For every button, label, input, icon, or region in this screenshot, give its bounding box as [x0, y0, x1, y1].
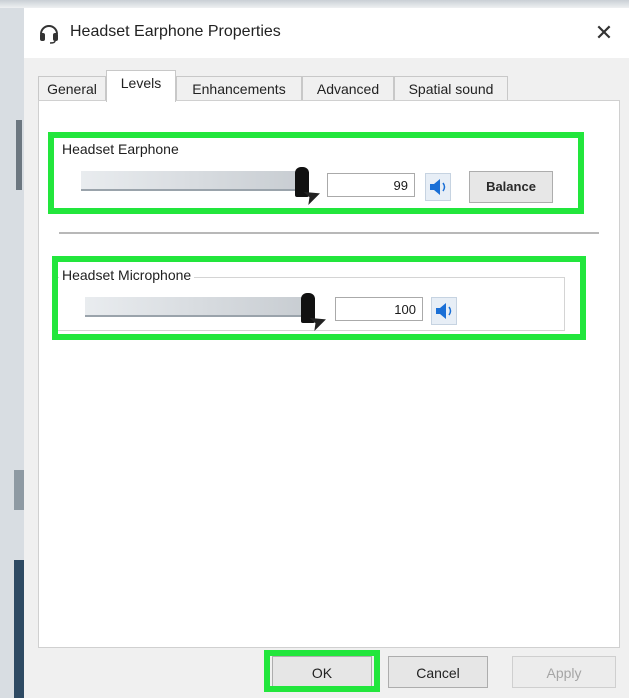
- highlight-box-ok: [264, 650, 380, 692]
- tab-advanced[interactable]: Advanced: [302, 76, 394, 101]
- window-title: Headset Earphone Properties: [70, 23, 281, 40]
- desktop-window-edge: [14, 470, 24, 510]
- desktop-background: [0, 0, 24, 698]
- properties-dialog: Headset Earphone Properties ✕ General Le…: [24, 8, 629, 698]
- tab-enhancements[interactable]: Enhancements: [176, 76, 302, 101]
- separator-line: [59, 232, 599, 234]
- apply-button[interactable]: Apply: [512, 656, 616, 688]
- tab-levels[interactable]: Levels: [106, 70, 176, 102]
- tab-spatial-sound[interactable]: Spatial sound: [394, 76, 508, 101]
- highlight-box-earphone: [48, 132, 584, 214]
- desktop-top-edge: [0, 0, 629, 8]
- tab-general[interactable]: General: [38, 76, 106, 101]
- headset-icon: [40, 25, 58, 44]
- close-button[interactable]: ✕: [589, 18, 619, 48]
- cancel-button[interactable]: Cancel: [388, 656, 488, 688]
- highlight-box-microphone: [52, 256, 586, 340]
- desktop-taskbar-edge: [14, 560, 24, 698]
- desktop-window-edge: [16, 120, 22, 190]
- title-bar: Headset Earphone Properties ✕: [24, 8, 629, 58]
